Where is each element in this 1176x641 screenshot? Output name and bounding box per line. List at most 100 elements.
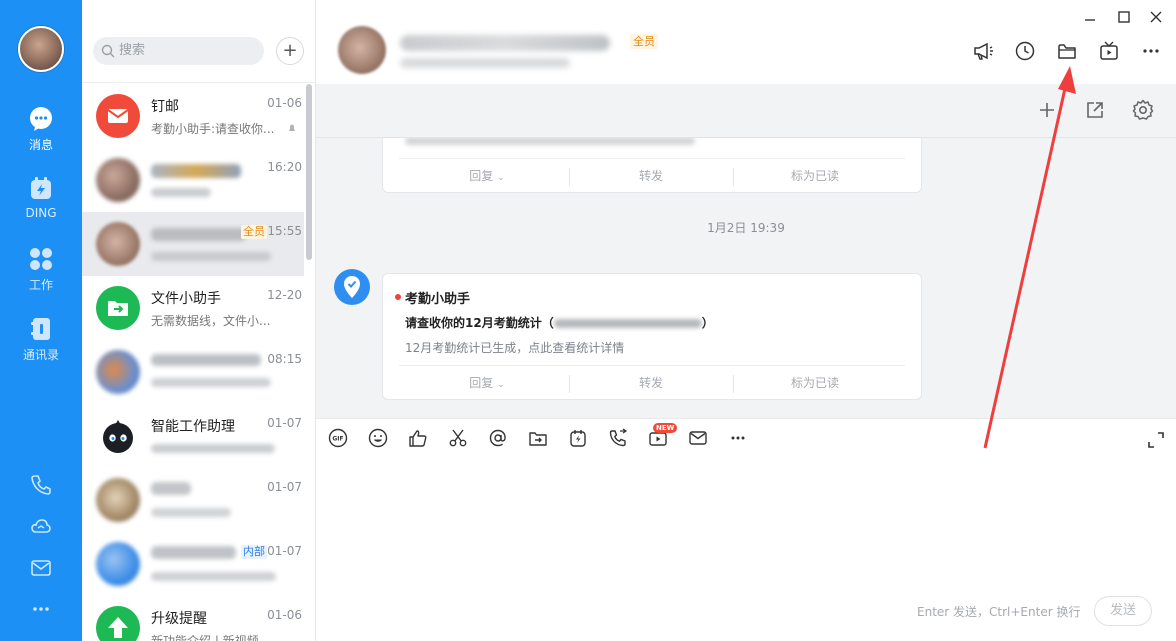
- card-actions: 回复 ⌄ 转发 标为已读: [399, 365, 905, 399]
- send-button[interactable]: 发送: [1094, 596, 1152, 626]
- megaphone-icon[interactable]: [972, 40, 994, 62]
- rail-mail[interactable]: [0, 557, 82, 579]
- unread-dot: [395, 294, 401, 300]
- card-description[interactable]: 12月考勤统计已生成，点此查看统计详情: [405, 339, 624, 356]
- chat-subtoolbar: [316, 84, 1176, 138]
- blurred-name: [151, 546, 236, 559]
- emoji-icon[interactable]: [368, 428, 388, 448]
- search-placeholder: 搜索: [119, 43, 146, 58]
- mail-icon[interactable]: [688, 428, 708, 448]
- avatar: [96, 94, 140, 138]
- grid-apps-icon: [30, 248, 52, 270]
- blurred-name: [151, 228, 246, 241]
- more-dots-icon[interactable]: [728, 428, 748, 448]
- gif-icon[interactable]: GIF: [328, 428, 348, 448]
- rail-more[interactable]: [0, 598, 82, 620]
- blurred-text: [553, 319, 702, 328]
- list-scrollbar[interactable]: [306, 84, 312, 260]
- upgrade-arrow-icon: [108, 617, 128, 638]
- left-rail: 消息 DING 工作 通讯录: [0, 0, 82, 641]
- svg-text:GIF: GIF: [332, 436, 343, 443]
- chevron-down-icon: ⌄: [497, 173, 505, 183]
- avatar: [96, 542, 140, 586]
- robot-icon: [103, 420, 133, 453]
- blurred-name: [151, 164, 241, 178]
- at-icon[interactable]: [488, 428, 508, 448]
- close-button[interactable]: [1147, 8, 1165, 26]
- call-icon[interactable]: [608, 428, 628, 448]
- rail-item-ding[interactable]: DING: [0, 176, 82, 220]
- conversation-preview: 考勤小助手:请查收你...: [151, 122, 275, 136]
- forward-button[interactable]: 转发: [571, 374, 731, 391]
- rail-item-label: DING: [25, 206, 57, 220]
- message-area: 回复 ⌄ 转发 标为已读 1月2日 19:39 考勤小助手 请查收你的12月考勤…: [316, 138, 1176, 418]
- reply-button[interactable]: 回复 ⌄: [407, 374, 567, 391]
- thumbs-up-icon[interactable]: [408, 428, 428, 448]
- rail-item-contacts[interactable]: 通讯录: [0, 316, 82, 363]
- rail-item-work[interactable]: 工作: [0, 246, 82, 293]
- my-avatar[interactable]: [18, 26, 64, 72]
- avatar: [96, 158, 140, 202]
- scissors-icon[interactable]: [448, 428, 468, 448]
- mute-bell-icon: [289, 124, 295, 131]
- chevron-down-icon: ⌄: [497, 380, 505, 390]
- maximize-button[interactable]: [1115, 8, 1133, 26]
- card-actions: 回复 ⌄ 转发 标为已读: [399, 158, 905, 192]
- chat-avatar[interactable]: [338, 26, 386, 74]
- folder-icon[interactable]: [1056, 40, 1078, 62]
- plus-icon[interactable]: [1035, 98, 1059, 122]
- blurred-preview: [151, 252, 271, 261]
- forward-icon[interactable]: [528, 428, 548, 448]
- chat-header: 全员: [316, 0, 1176, 84]
- expand-icon[interactable]: [1146, 430, 1166, 450]
- conversation-time: 01-07: [267, 544, 302, 558]
- open-external-icon[interactable]: [1083, 98, 1107, 122]
- conversation-time: 08:15: [267, 352, 302, 366]
- list-item[interactable]: 08:15: [82, 340, 304, 404]
- ding-icon[interactable]: [568, 428, 588, 448]
- card-sender: 考勤小助手: [405, 292, 471, 307]
- tv-live-icon[interactable]: [1098, 40, 1120, 62]
- settings-gear-icon[interactable]: [1131, 98, 1155, 122]
- plus-icon: +: [282, 40, 298, 61]
- contacts-book-icon: [31, 318, 50, 340]
- message-card-previous[interactable]: 回复 ⌄ 转发 标为已读: [382, 138, 922, 193]
- list-item[interactable]: 钉邮 01-06 考勤小助手:请查收你...: [82, 84, 304, 148]
- add-button[interactable]: +: [276, 37, 304, 65]
- forward-button[interactable]: 转发: [571, 167, 731, 184]
- more-dots-icon[interactable]: [1140, 40, 1162, 62]
- list-item[interactable]: 升级提醒 01-06 新功能介绍 | 新视频: [82, 596, 304, 641]
- avatar: [96, 478, 140, 522]
- mark-read-button[interactable]: 标为已读: [735, 167, 895, 184]
- blurred-name: [151, 482, 191, 495]
- clock-history-icon[interactable]: [1014, 40, 1036, 62]
- message-card-attendance[interactable]: 考勤小助手 请查收你的12月考勤统计（ ） 12月考勤统计已生成，点此查看统计详情…: [382, 273, 922, 400]
- chat-subtitle-blurred: [400, 58, 570, 68]
- avatar: [96, 222, 140, 266]
- list-item[interactable]: 文件小助手 12-20 无需数据线，文件小...: [82, 276, 304, 340]
- list-item-selected[interactable]: 全员 15:55: [82, 212, 304, 276]
- chat-panel: 全员 回复 ⌄ 转发 标为已读 1月2日 19:39 考勤小助手 请查收你的12…: [316, 0, 1176, 641]
- mark-read-button[interactable]: 标为已读: [735, 374, 895, 391]
- divider: [733, 375, 734, 393]
- list-item[interactable]: 智能工作助理 01-07: [82, 404, 304, 468]
- rail-cloud[interactable]: [0, 515, 82, 537]
- list-item[interactable]: 01-07: [82, 468, 304, 532]
- search-icon: [101, 44, 115, 58]
- rail-item-messages[interactable]: 消息: [0, 106, 82, 153]
- list-item[interactable]: 16:20: [82, 148, 304, 212]
- mail-envelope-icon: [107, 109, 129, 123]
- conversation-preview: 无需数据线，文件小...: [151, 314, 271, 328]
- blurred-preview: [151, 572, 276, 581]
- search-input[interactable]: 搜索: [93, 37, 264, 65]
- rail-item-label: 消息: [28, 138, 53, 152]
- reply-button[interactable]: 回复 ⌄: [407, 167, 567, 184]
- conversation-time: 15:55: [267, 224, 302, 238]
- phone-icon: [31, 475, 51, 495]
- file-transfer-icon: [108, 301, 128, 316]
- minimize-button[interactable]: [1081, 8, 1099, 26]
- list-item[interactable]: 内部 01-07: [82, 532, 304, 596]
- message-composer[interactable]: GIF NEW Enter 发送，Ctrl+Enter 换行 发送: [316, 418, 1176, 641]
- rail-phone[interactable]: [0, 473, 82, 495]
- attendance-bot-avatar[interactable]: [334, 269, 370, 305]
